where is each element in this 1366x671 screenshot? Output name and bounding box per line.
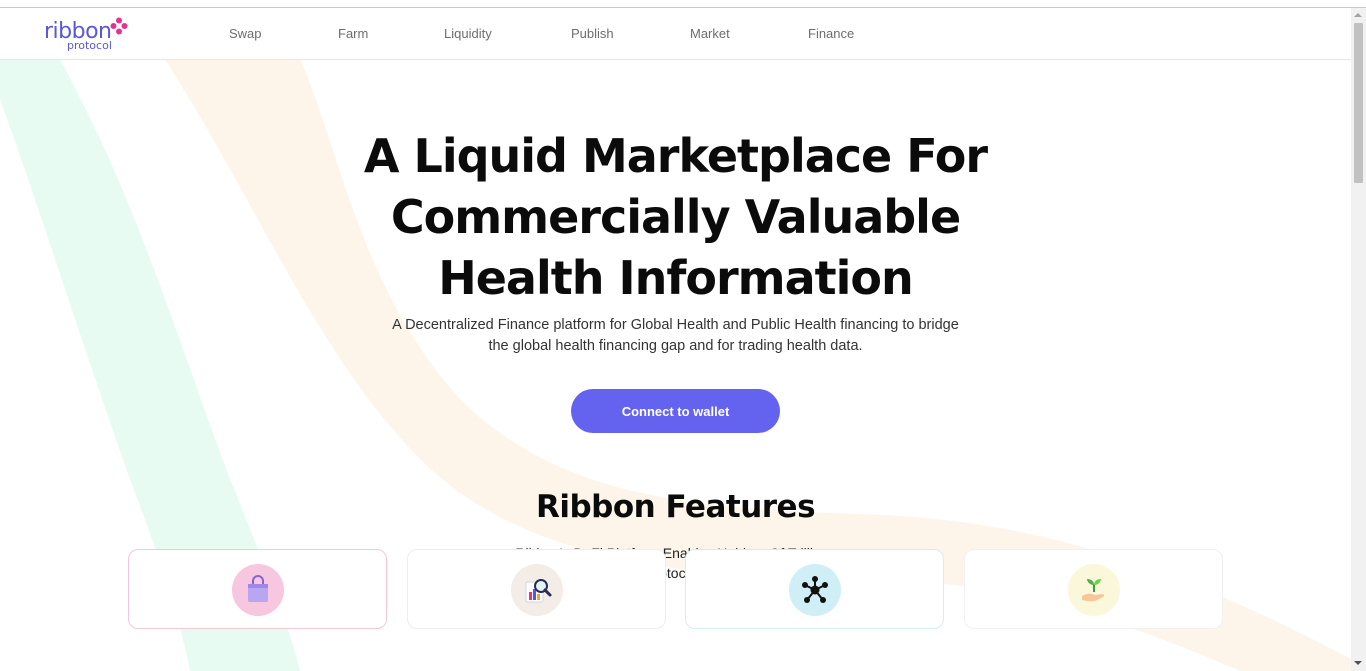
scroll-down-button[interactable] xyxy=(1351,656,1366,671)
hero-description-line: A Decentralized Finance platform for Glo… xyxy=(392,317,959,333)
ribbon-flower-icon xyxy=(110,17,128,35)
top-navbar: ribbon protocol Swap Farm Liquidity Publ… xyxy=(0,8,1351,60)
hand-sprout-icon xyxy=(1068,564,1120,616)
nav-market[interactable]: Market xyxy=(690,26,730,41)
vertical-scrollbar[interactable] xyxy=(1351,8,1366,671)
nav-publish[interactable]: Publish xyxy=(571,26,614,41)
shopping-bag-icon xyxy=(232,564,284,616)
feature-card[interactable] xyxy=(964,549,1223,629)
window-top-edge xyxy=(0,0,1366,8)
nav-liquidity[interactable]: Liquidity xyxy=(444,26,492,41)
feature-card[interactable] xyxy=(128,549,387,629)
features-title: Ribbon Features xyxy=(535,489,816,525)
scroll-thumb[interactable] xyxy=(1354,23,1363,183)
hero-title: A Liquid Marketplace For Commercially Va… xyxy=(300,126,1051,309)
network-nodes-icon xyxy=(789,564,841,616)
hero-title-line: A Liquid Marketplace For xyxy=(363,129,988,183)
hero-title-line: Commercially Valuable xyxy=(390,190,961,244)
scroll-up-button[interactable] xyxy=(1351,8,1366,23)
connect-wallet-button[interactable]: Connect to wallet xyxy=(571,389,780,433)
feature-card[interactable] xyxy=(685,549,944,629)
hero-description: A Decentralized Finance platform for Glo… xyxy=(370,315,981,357)
logo-subtitle: protocol xyxy=(67,39,112,52)
feature-card[interactable] xyxy=(407,549,666,629)
hero-title-line: Health Information xyxy=(438,251,914,305)
hero-description-line: the global health financing gap and for … xyxy=(488,338,863,354)
nav-farm[interactable]: Farm xyxy=(338,26,368,41)
nav-finance[interactable]: Finance xyxy=(808,26,854,41)
nav-swap[interactable]: Swap xyxy=(229,26,262,41)
ribbon-logo[interactable]: ribbon protocol xyxy=(44,17,134,59)
page: ribbon protocol Swap Farm Liquidity Publ… xyxy=(0,0,1351,671)
data-search-icon xyxy=(511,564,563,616)
